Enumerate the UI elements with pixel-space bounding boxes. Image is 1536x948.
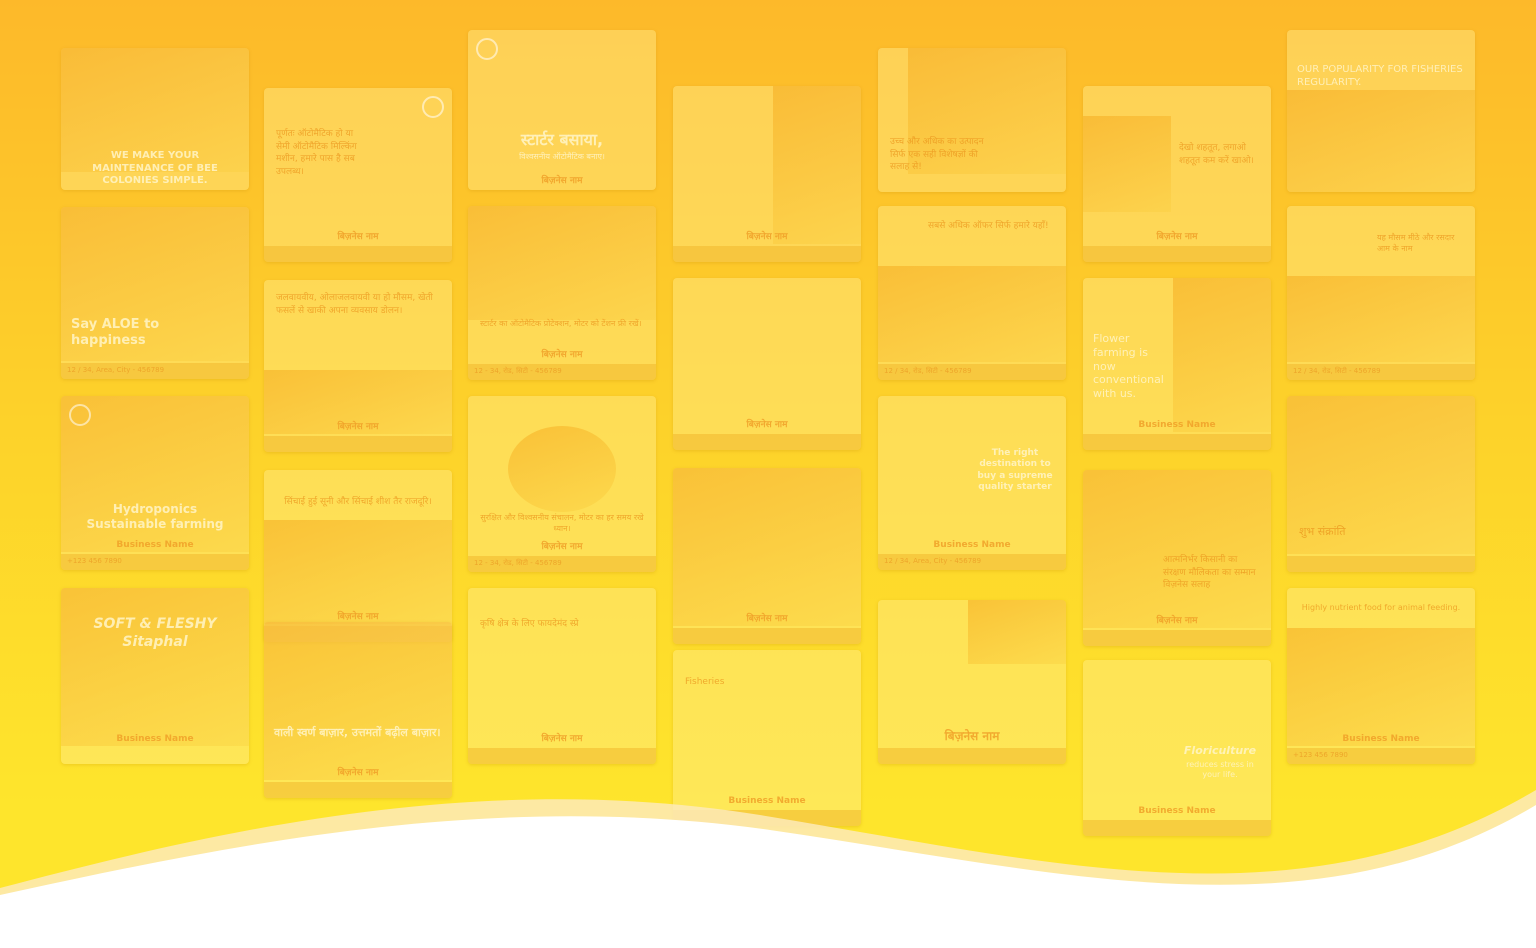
bottom-wave <box>0 790 1536 948</box>
